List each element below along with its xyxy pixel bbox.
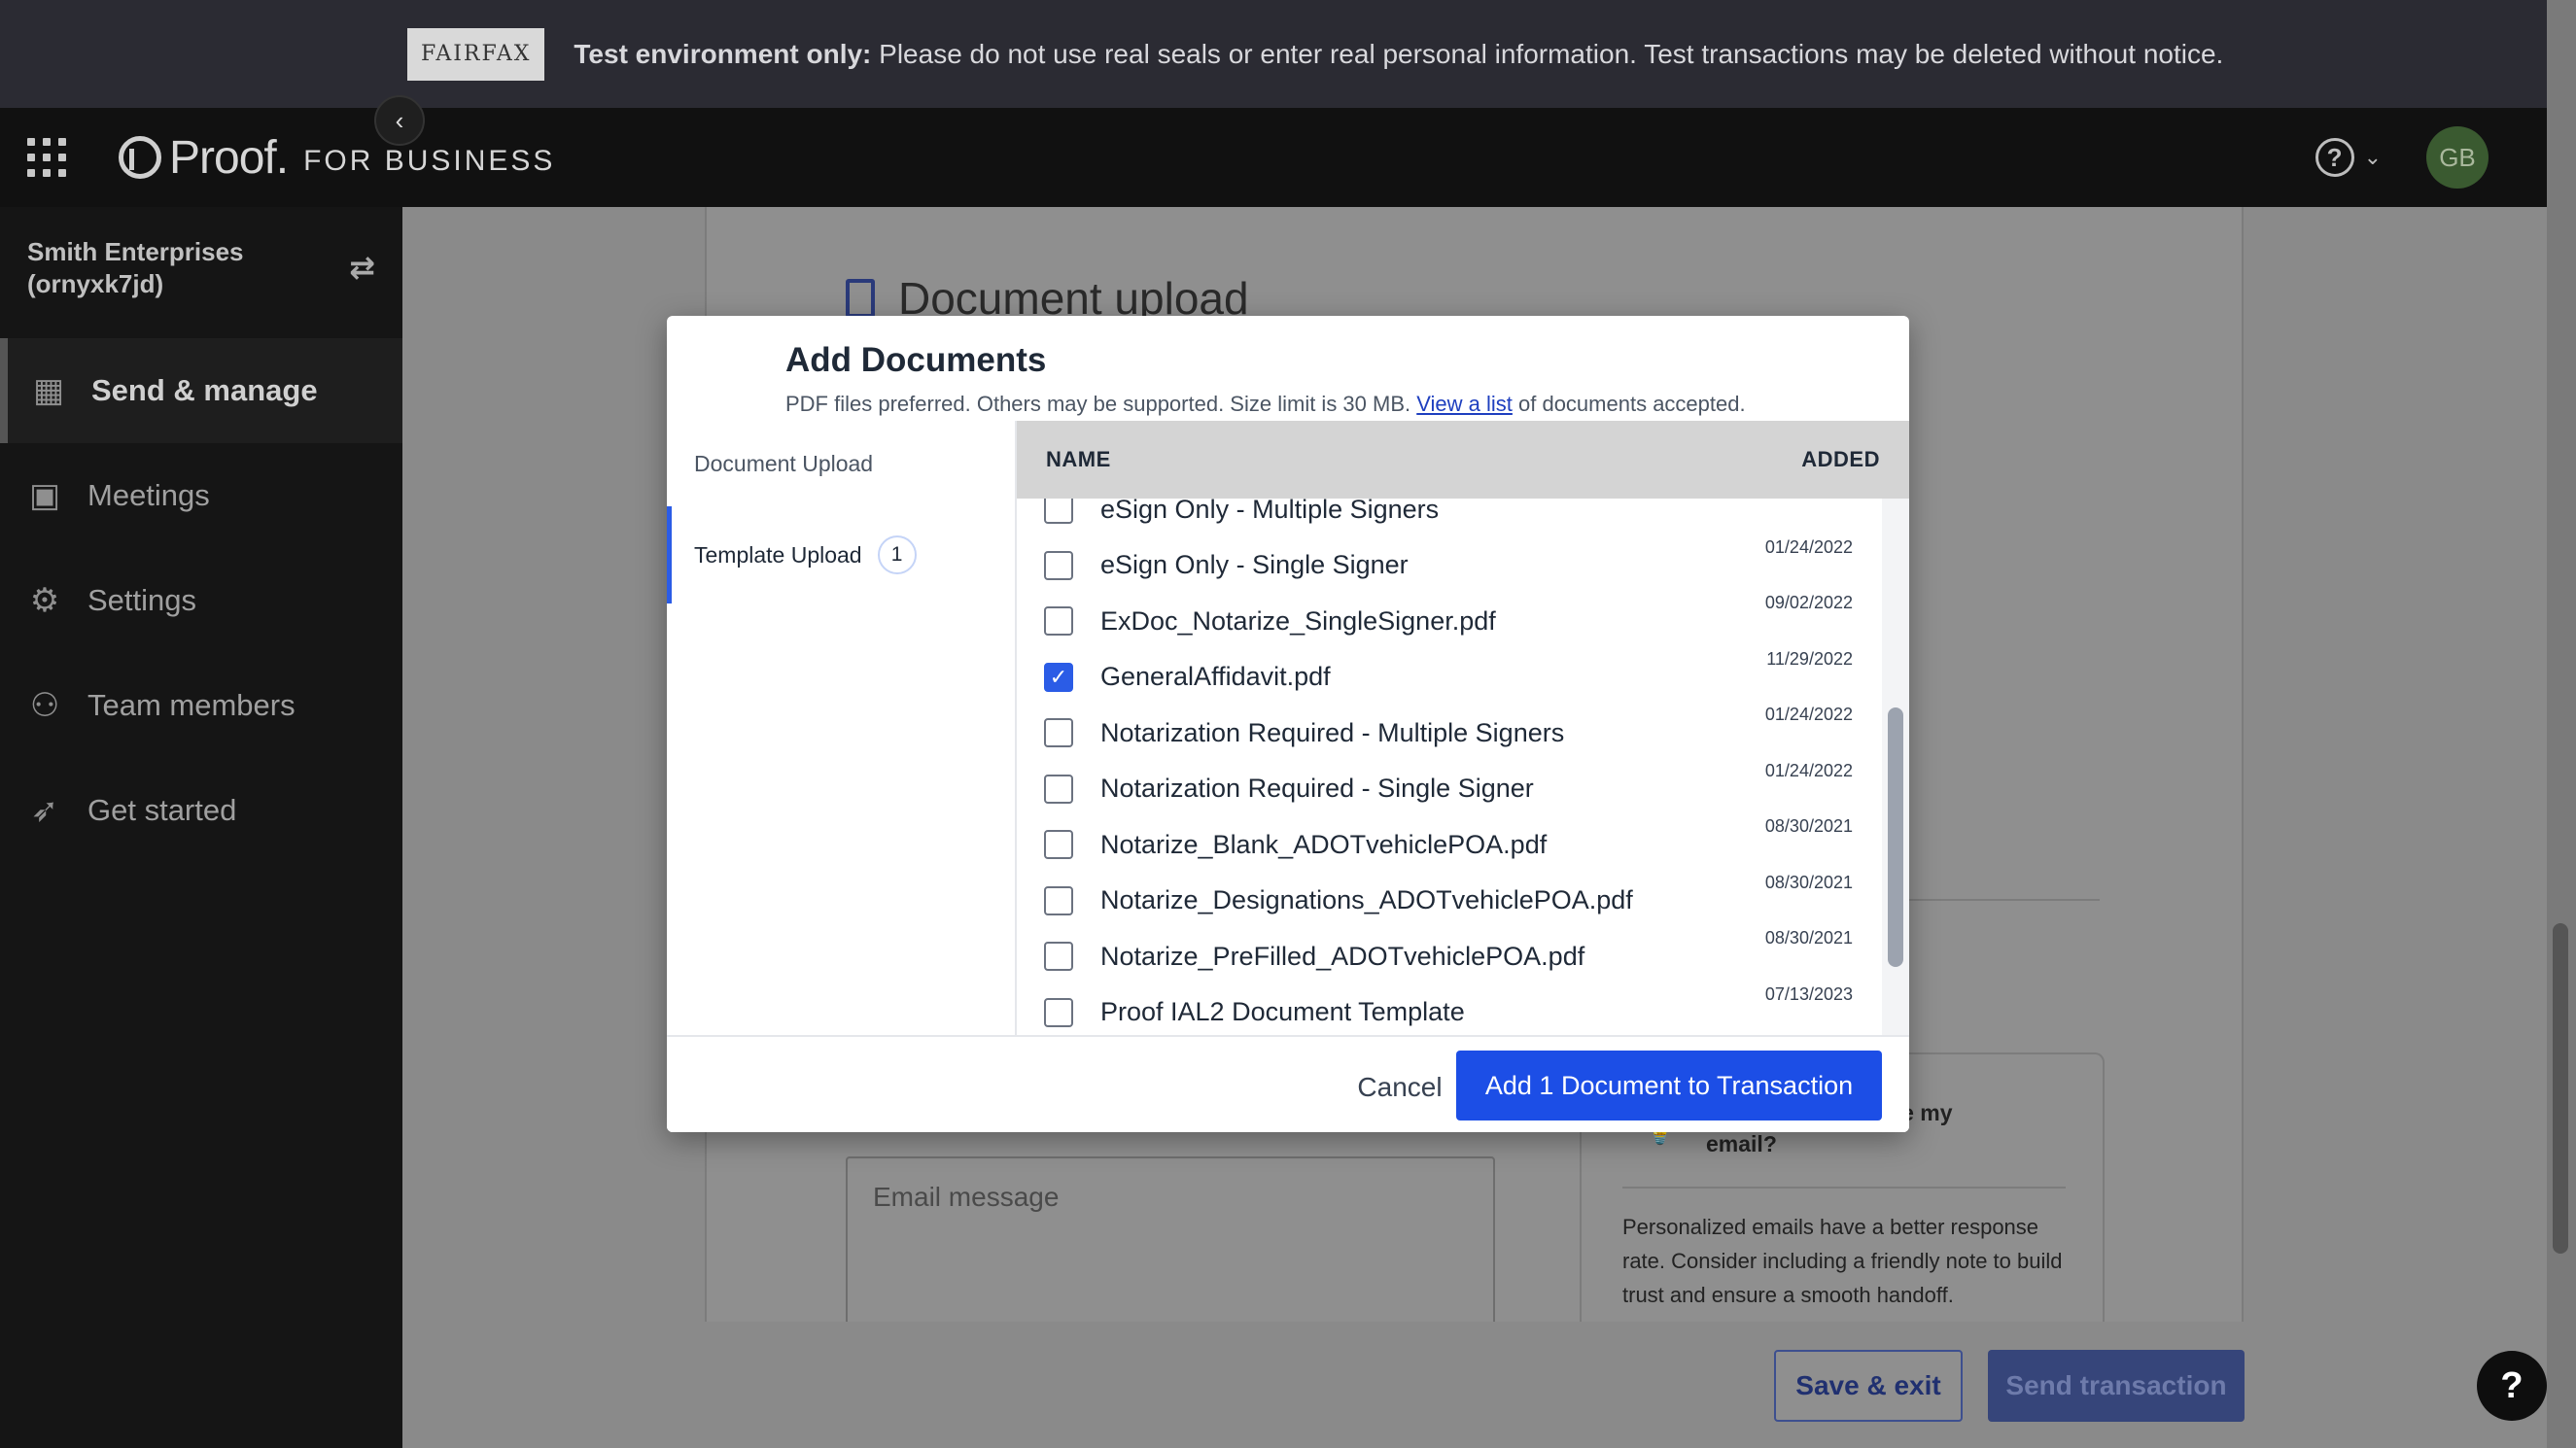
tab-document-upload[interactable]: Document Upload [667, 421, 1015, 506]
row-added-date: 01/24/2022 [1764, 760, 1853, 780]
cancel-button[interactable]: Cancel [1328, 1052, 1472, 1122]
row-added-date: 01/24/2022 [1764, 536, 1853, 557]
row-name: eSign Only - Single Signer [1100, 550, 1409, 579]
row-name: GeneralAffidavit.pdf [1100, 662, 1331, 691]
email-message-input[interactable]: Email message [846, 1156, 1495, 1341]
modal-subtitle: PDF files preferred. Others may be suppo… [785, 392, 1746, 416]
proof-logo[interactable]: Proof. FOR BUSINESS [119, 131, 555, 185]
gear-icon: ⚙ [29, 582, 60, 619]
add-document-button[interactable]: Add 1 Document to Transaction [1456, 1051, 1882, 1120]
row-checkbox[interactable] [1044, 774, 1073, 804]
proof-mark-icon [119, 136, 161, 179]
modal-footer: Cancel Add 1 Document to Transaction [667, 1035, 1909, 1132]
row-name: Notarization Required - Multiple Signers [1100, 717, 1565, 747]
sidebar-item-send-manage[interactable]: ▦ Send & manage [0, 338, 402, 443]
table-row[interactable]: eSign Only - Multiple Signers 01/24/2022 [1017, 499, 1882, 537]
row-added-date: 08/30/2021 [1764, 816, 1853, 836]
row-checkbox[interactable] [1044, 885, 1073, 915]
template-count-badge: 1 [877, 535, 917, 574]
row-name: eSign Only - Multiple Signers [1100, 499, 1440, 524]
row-checkbox[interactable]: ✓ [1044, 662, 1073, 692]
row-name: Notarize_Blank_ADOTvehiclePOA.pdf [1100, 829, 1548, 859]
switch-arrows-icon[interactable]: ⇄ [349, 252, 375, 284]
view-list-link[interactable]: View a list [1416, 392, 1513, 416]
add-documents-modal: Add Documents PDF files preferred. Other… [667, 316, 1909, 1132]
collapse-sidebar-button[interactable]: ‹ [374, 95, 425, 146]
rocket-icon: ➶ [30, 792, 59, 829]
row-checkbox[interactable] [1044, 718, 1073, 747]
sidebar-item-team-members[interactable]: ⚇ Team members [0, 653, 402, 758]
tip-body: Personalized emails have a better respon… [1622, 1215, 2063, 1307]
sidebar-item-settings[interactable]: ⚙ Settings [0, 548, 402, 653]
table-row[interactable]: Notarize_Designations_ADOTvehiclePOA.pdf… [1017, 873, 1882, 929]
row-name: Notarize_Designations_ADOTvehiclePOA.pdf [1100, 885, 1633, 914]
table-row[interactable]: ✓ GeneralAffidavit.pdf 11/29/2022 [1017, 649, 1882, 706]
brand-subtitle: FOR BUSINESS [303, 145, 556, 177]
tab-template-upload[interactable]: Template Upload 1 [667, 506, 1015, 603]
modal-title: Add Documents [785, 341, 1047, 379]
save-exit-button[interactable]: Save & exit [1774, 1350, 1963, 1422]
row-added-date: 08/30/2021 [1764, 872, 1853, 892]
table-header: NAME ADDED [1017, 421, 1909, 499]
organization-switcher[interactable]: Smith Enterprises (ornyxk7jd) ⇄ [0, 207, 402, 338]
send-transaction-button[interactable]: Send transaction [1988, 1350, 2245, 1422]
row-added-date: 01/24/2022 [1764, 705, 1853, 724]
row-name: ExDoc_Notarize_SingleSigner.pdf [1100, 605, 1496, 636]
user-avatar[interactable]: GB [2426, 126, 2489, 189]
table-row[interactable]: eSign Only - Single Signer 01/24/2022 [1017, 537, 1882, 594]
table-row[interactable]: Notarization Required - Single Signer 01/… [1017, 761, 1882, 817]
table-row[interactable]: Notarize_Blank_ADOTvehiclePOA.pdf 08/30/2… [1017, 816, 1882, 873]
banner-message: Test environment only: Please do not use… [574, 38, 2224, 69]
table-row[interactable]: Notarization Required - Multiple Signers… [1017, 705, 1882, 761]
document-icon [846, 279, 875, 318]
row-added-date: 01/24/2022 [1765, 499, 1853, 501]
window-scrollbar-thumb[interactable] [2553, 923, 2568, 1254]
row-checkbox[interactable] [1044, 499, 1073, 524]
org-id: (ornyxk7jd) [27, 269, 164, 298]
table-row[interactable]: Notarize_PreFilled_ADOTvehiclePOA.pdf 08/… [1017, 928, 1882, 984]
apps-grid-icon[interactable] [27, 138, 66, 177]
row-checkbox[interactable] [1044, 550, 1073, 580]
row-name: Notarize_PreFilled_ADOTvehiclePOA.pdf [1100, 941, 1585, 971]
chevron-left-icon: ‹ [395, 105, 404, 135]
column-name: NAME [1046, 447, 1111, 471]
row-checkbox[interactable] [1044, 997, 1073, 1027]
users-icon: ⚇ [29, 687, 60, 724]
row-name: Notarization Required - Single Signer [1100, 774, 1534, 803]
dashboard-icon: ▦ [32, 372, 65, 409]
column-added: ADDED [1801, 447, 1880, 471]
upload-tabs: Document Upload Template Upload 1 [667, 421, 1017, 1035]
calendar-icon: ▣ [28, 477, 61, 514]
row-added-date: 07/13/2023 [1764, 983, 1853, 1004]
row-checkbox[interactable] [1044, 606, 1073, 636]
sidebar-item-meetings[interactable]: ▣ Meetings [0, 443, 402, 548]
test-environment-banner: FAIRFAX Test environment only: Please do… [0, 0, 2547, 108]
checkmark-icon: ✓ [1049, 664, 1068, 689]
help-icon[interactable]: ? [2315, 138, 2354, 177]
floating-help-button[interactable]: ? [2477, 1351, 2547, 1421]
sidebar-item-get-started[interactable]: ➶ Get started [0, 758, 402, 863]
table-row[interactable]: Proof IAL2 Document Template 07/13/2023 [1017, 984, 1882, 1036]
fairfax-logo: FAIRFAX [407, 27, 545, 81]
brand-name: Proof. [169, 131, 289, 184]
list-scrollbar-thumb[interactable] [1888, 707, 1903, 967]
row-checkbox[interactable] [1044, 830, 1073, 859]
row-name: Proof IAL2 Document Template [1100, 997, 1465, 1026]
org-name: Smith Enterprises [27, 237, 244, 266]
row-checkbox[interactable] [1044, 942, 1073, 971]
row-added-date: 08/30/2021 [1764, 928, 1853, 948]
chevron-down-icon[interactable]: ⌄ [2364, 145, 2382, 170]
table-row[interactable]: ExDoc_Notarize_SingleSigner.pdf 09/02/202… [1017, 593, 1882, 649]
row-added-date: 11/29/2022 [1766, 648, 1853, 669]
row-added-date: 09/02/2022 [1764, 593, 1853, 612]
sidebar: Smith Enterprises (ornyxk7jd) ⇄ ▦ Send &… [0, 207, 402, 1448]
template-list: eSign Only - Multiple Signers01/24/2022e… [1017, 499, 1909, 1035]
